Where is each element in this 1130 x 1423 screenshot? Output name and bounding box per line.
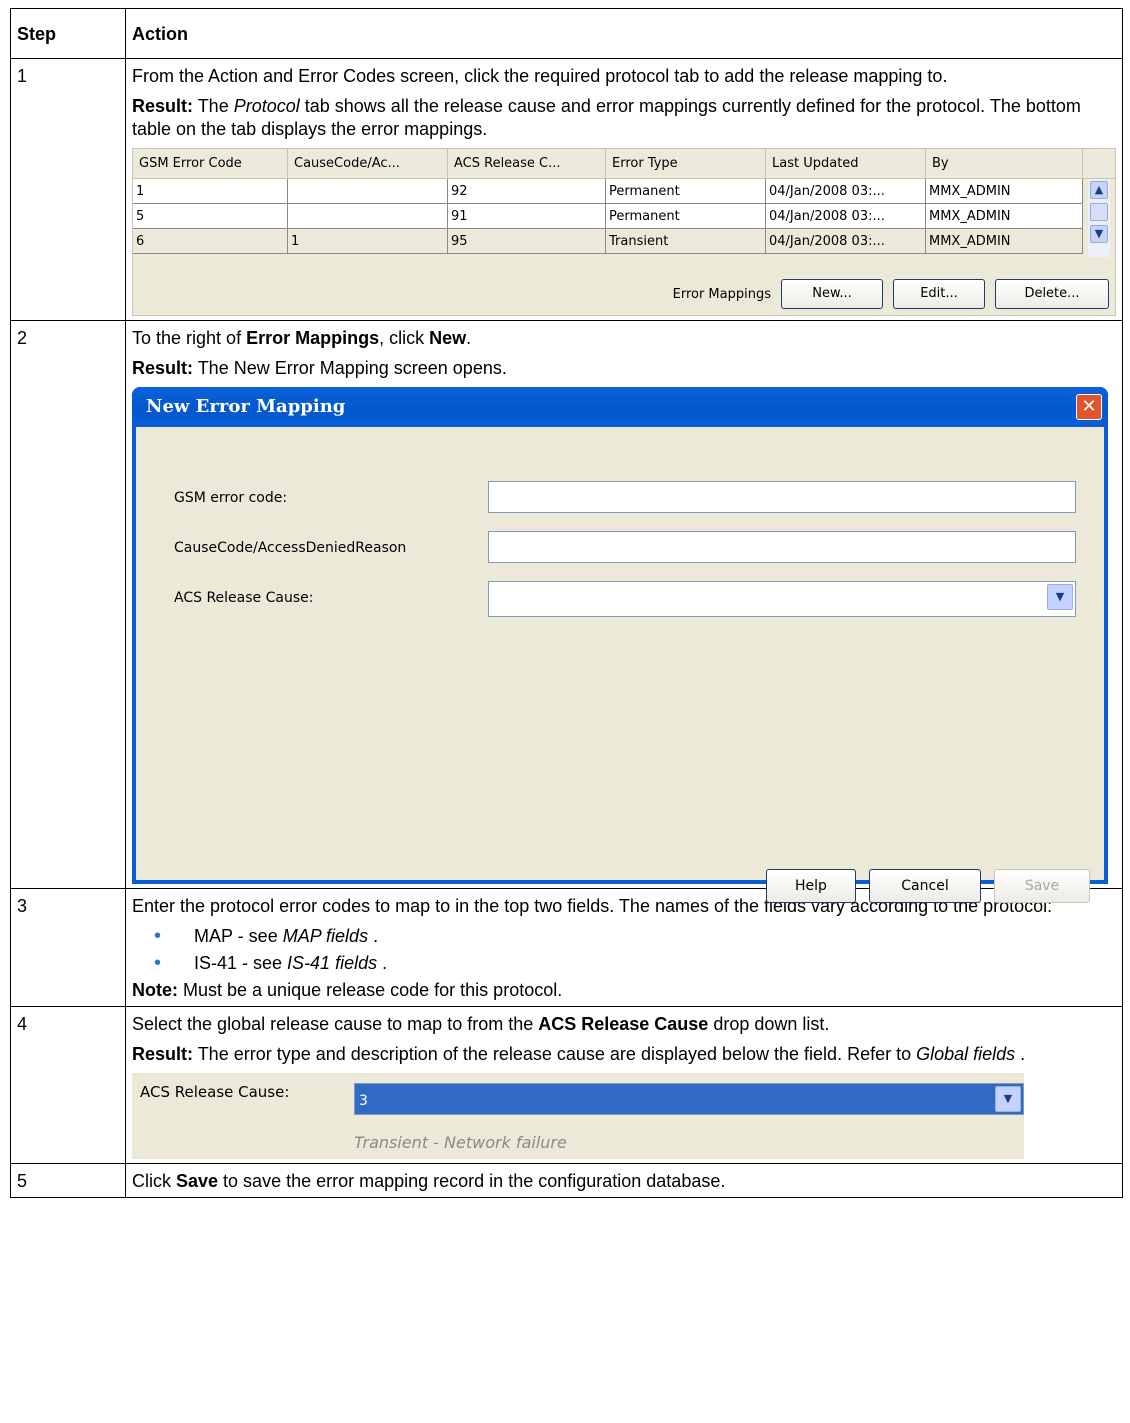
result-text: Result: The New Error Mapping screen ope… xyxy=(132,358,507,378)
cell: Permanent xyxy=(606,204,766,229)
column-header[interactable]: Error Type xyxy=(606,149,766,179)
acs-release-cause-select[interactable]: ▼ xyxy=(488,581,1076,617)
gsm-error-code-label: GSM error code: xyxy=(174,490,288,506)
result-text: Result: The Protocol tab shows all the r… xyxy=(132,96,1081,139)
bullet-icon: • xyxy=(154,925,162,947)
cause-code-input[interactable] xyxy=(488,531,1076,563)
step-row-4: 4 Select the global release cause to map… xyxy=(10,1006,1123,1164)
step-row-2: 2 To the right of Error Mappings, click … xyxy=(10,320,1123,903)
steps-table: Step Action 1 From the Action and Error … xyxy=(10,8,1123,1198)
edit-button[interactable]: Edit... xyxy=(893,279,985,309)
cell: 92 xyxy=(448,179,606,204)
action-header: Action xyxy=(125,8,1123,59)
grid-footer: Error Mappings New... Edit... Delete... xyxy=(673,279,1109,309)
table-row[interactable]: 6 1 95 Transient 04/Jan/2008 03:... MMX_… xyxy=(133,229,1083,254)
step-row-3: 3 Enter the protocol error codes to map … xyxy=(10,888,1123,1007)
new-button[interactable]: New... xyxy=(781,279,883,309)
save-button[interactable]: Save xyxy=(994,869,1090,903)
list-item: • IS-41 - see IS-41 fields . xyxy=(154,952,388,974)
bullet-icon: • xyxy=(154,952,162,974)
is41-fields-link[interactable]: IS-41 fields xyxy=(287,953,377,973)
cell: 04/Jan/2008 03:... xyxy=(766,204,926,229)
acs-release-cause-select[interactable]: 3 ▼ xyxy=(354,1083,1024,1115)
cell: Transient xyxy=(606,229,766,254)
cell: Permanent xyxy=(606,179,766,204)
cell: MMX_ADMIN xyxy=(926,229,1083,254)
column-header[interactable]: CauseCode/Ac... xyxy=(288,149,448,179)
gsm-error-code-input[interactable] xyxy=(488,481,1076,513)
step-number: 1 xyxy=(10,58,126,321)
map-fields-link[interactable]: MAP fields xyxy=(283,926,368,946)
cell: MMX_ADMIN xyxy=(926,179,1083,204)
cell: 04/Jan/2008 03:... xyxy=(766,179,926,204)
scroll-thumb[interactable] xyxy=(1090,203,1108,221)
header-row: Step Action xyxy=(10,8,1123,59)
cell: 1 xyxy=(133,179,288,204)
cancel-button[interactable]: Cancel xyxy=(869,869,981,903)
dialog-body: GSM error code: CauseCode/AccessDeniedRe… xyxy=(136,427,1104,903)
dialog-title: New Error Mapping xyxy=(146,396,346,417)
vertical-scrollbar[interactable]: ▲ ▼ xyxy=(1088,179,1110,257)
cell xyxy=(288,179,448,204)
step-row-5: 5 Click Save to save the error mapping r… xyxy=(10,1163,1123,1198)
result-text: Result: The error type and description o… xyxy=(132,1044,1026,1064)
step-action: Click Save to save the error mapping rec… xyxy=(125,1163,1123,1198)
step-action: Enter the protocol error codes to map to… xyxy=(125,888,1123,1007)
table-row[interactable]: 1 92 Permanent 04/Jan/2008 03:... MMX_AD… xyxy=(133,179,1083,204)
instruction-text: Click Save to save the error mapping rec… xyxy=(132,1171,726,1191)
instruction-text: Select the global release cause to map t… xyxy=(132,1014,830,1034)
new-error-mapping-dialog: New Error Mapping ✕ GSM error code: Caus… xyxy=(132,387,1108,903)
scroll-up-icon[interactable]: ▲ xyxy=(1090,181,1108,199)
cell: 95 xyxy=(448,229,606,254)
column-header[interactable]: Last Updated xyxy=(766,149,926,179)
grid-header: GSM Error Code CauseCode/Ac... ACS Relea… xyxy=(133,149,1115,179)
error-mappings-screenshot: GSM Error Code CauseCode/Ac... ACS Relea… xyxy=(132,148,1116,316)
help-button[interactable]: Help xyxy=(766,869,856,903)
protocol-list: • MAP - see MAP fields . • IS-41 - see IS-… xyxy=(132,925,1116,975)
note-text: Note: Must be a unique release code for … xyxy=(132,980,563,1000)
error-mappings-label: Error Mappings xyxy=(672,286,771,302)
selected-value: 3 xyxy=(359,1093,368,1109)
step-header: Step xyxy=(10,8,126,59)
cell: 5 xyxy=(133,204,288,229)
step-number: 3 xyxy=(10,888,126,1007)
acs-release-cause-label: ACS Release Cause: xyxy=(174,590,314,606)
cell: MMX_ADMIN xyxy=(926,204,1083,229)
list-item: • MAP - see MAP fields . xyxy=(154,925,379,947)
column-header[interactable]: GSM Error Code xyxy=(133,149,288,179)
cell: 6 xyxy=(133,229,288,254)
acs-release-cause-label: ACS Release Cause: xyxy=(140,1083,290,1101)
instruction-text: To the right of Error Mappings, click Ne… xyxy=(132,328,472,348)
release-cause-description: Transient - Network failure xyxy=(354,1133,567,1152)
global-fields-link[interactable]: Global fields xyxy=(916,1044,1015,1064)
dialog-titlebar[interactable]: New Error Mapping ✕ xyxy=(132,387,1108,427)
instruction-text: From the Action and Error Codes screen, … xyxy=(132,66,948,86)
close-icon[interactable]: ✕ xyxy=(1076,394,1102,420)
step-row-1: 1 From the Action and Error Codes screen… xyxy=(10,58,1123,321)
cell: 1 xyxy=(288,229,448,254)
step-action: Select the global release cause to map t… xyxy=(125,1006,1123,1164)
step-action: From the Action and Error Codes screen, … xyxy=(125,58,1123,321)
step-number: 4 xyxy=(10,1006,126,1164)
column-header[interactable]: ACS Release C... xyxy=(448,149,606,179)
grid-body: 1 92 Permanent 04/Jan/2008 03:... MMX_AD… xyxy=(133,179,1083,254)
cell: 91 xyxy=(448,204,606,229)
scroll-down-icon[interactable]: ▼ xyxy=(1090,225,1108,243)
cell xyxy=(288,204,448,229)
step-number: 2 xyxy=(10,320,126,889)
cell: 04/Jan/2008 03:... xyxy=(766,229,926,254)
column-header[interactable]: By xyxy=(926,149,1083,179)
release-cause-screenshot: ACS Release Cause: 3 ▼ Transient - Netwo… xyxy=(132,1073,1024,1159)
step-number: 5 xyxy=(10,1163,126,1198)
table-row[interactable]: 5 91 Permanent 04/Jan/2008 03:... MMX_AD… xyxy=(133,204,1083,229)
step-action: To the right of Error Mappings, click Ne… xyxy=(125,320,1123,903)
chevron-down-icon[interactable]: ▼ xyxy=(1047,584,1073,610)
cause-code-label: CauseCode/AccessDeniedReason xyxy=(174,540,407,556)
chevron-down-icon[interactable]: ▼ xyxy=(995,1086,1021,1112)
delete-button[interactable]: Delete... xyxy=(995,279,1109,309)
